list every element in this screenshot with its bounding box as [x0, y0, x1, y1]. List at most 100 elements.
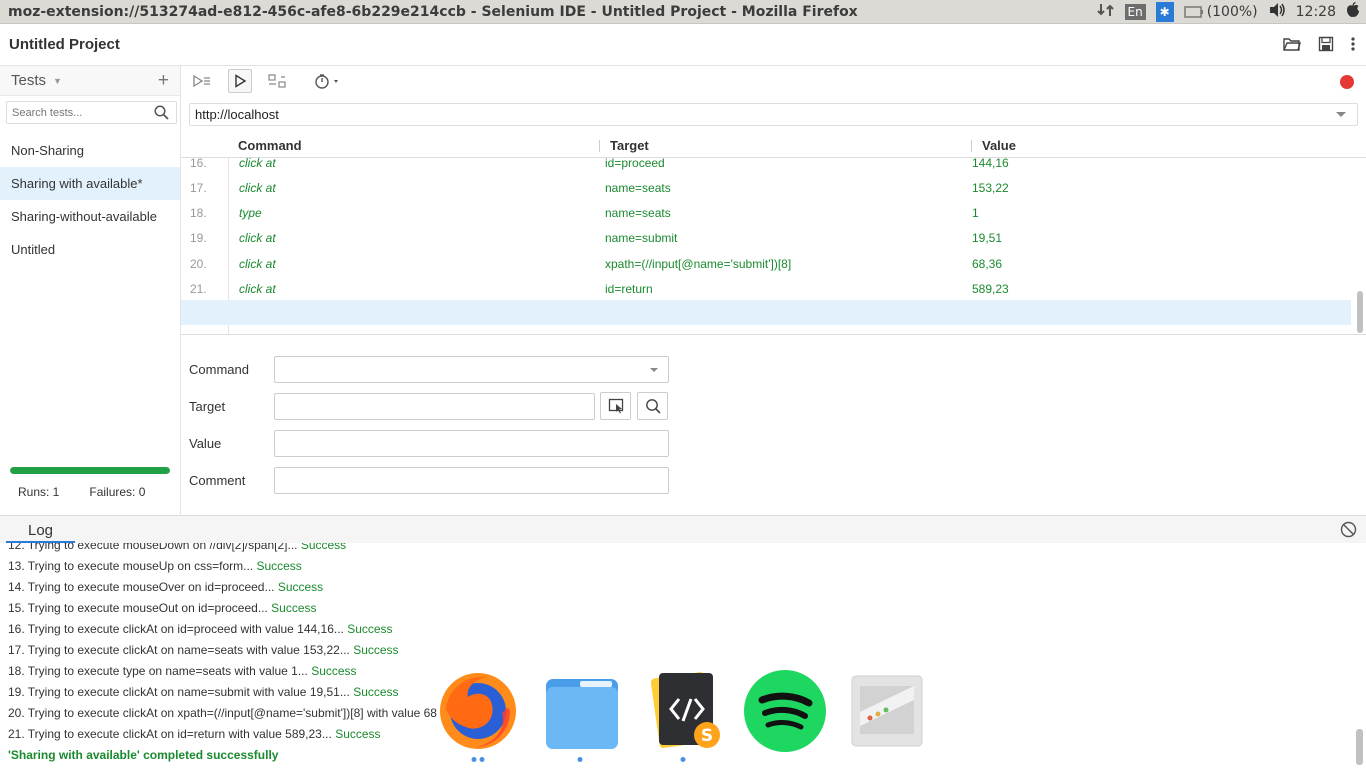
run-all-tests-button[interactable]	[190, 69, 214, 93]
target-field-label: Target	[189, 398, 226, 414]
row-number: 19.	[190, 231, 207, 245]
base-url-value: http://localhost	[195, 107, 279, 122]
command-editor-row: Command	[189, 355, 669, 383]
sublime-text-icon[interactable]: S	[640, 668, 726, 762]
step-over-button[interactable]	[265, 69, 289, 93]
battery-indicator[interactable]: (100%)	[1183, 4, 1258, 20]
value-field-label: Value	[189, 435, 222, 451]
find-target-button[interactable]	[637, 392, 668, 420]
test-item-sharing-with-available[interactable]: Sharing with available*	[0, 167, 180, 200]
more-options-icon[interactable]	[1350, 34, 1356, 54]
project-title[interactable]: Untitled Project	[0, 36, 120, 53]
comment-editor-row: Comment	[189, 466, 669, 494]
record-button[interactable]	[1340, 75, 1354, 89]
url-dropdown-arrow-icon[interactable]	[1336, 112, 1346, 117]
row-command: click at	[239, 257, 276, 271]
window-switcher-icon[interactable]	[844, 668, 930, 754]
os-top-bar: moz-extension://513274ad-e812-456c-afe8-…	[0, 0, 1366, 24]
row-number: 20.	[190, 257, 207, 271]
table-row[interactable]: 16. click at id=proceed 144,16	[181, 158, 1351, 176]
tests-label: Tests	[11, 72, 47, 89]
files-icon[interactable]	[537, 668, 623, 762]
log-line: 13. Trying to execute mouseUp on css=for…	[8, 559, 302, 573]
table-row[interactable]: 21. click at id=return 589,23	[181, 277, 1351, 302]
row-target: name=submit	[605, 231, 678, 245]
save-project-icon[interactable]	[1316, 34, 1336, 54]
row-value: 153,22	[972, 181, 1009, 195]
spotify-icon[interactable]	[742, 668, 828, 754]
log-line: 12. Trying to execute mouseDown on //div…	[8, 543, 347, 552]
command-select[interactable]	[274, 355, 669, 383]
failures-count: Failures: 0	[89, 485, 146, 499]
bluetooth-icon[interactable]: ✱	[1155, 2, 1174, 22]
command-field-label: Command	[189, 361, 249, 377]
tab-log[interactable]: Log	[6, 516, 76, 543]
app-header: Untitled Project	[0, 24, 1366, 66]
log-line: 18. Trying to execute type on name=seats…	[8, 664, 357, 678]
clock[interactable]: 12:28	[1296, 4, 1336, 20]
toolbar	[181, 66, 1366, 96]
open-project-icon[interactable]	[1282, 34, 1302, 54]
comment-field-label: Comment	[189, 472, 246, 488]
row-target: id=proceed	[605, 158, 665, 170]
clear-log-icon[interactable]	[1340, 521, 1357, 541]
row-number: 18.	[190, 206, 207, 220]
value-input[interactable]	[274, 429, 669, 457]
comment-input[interactable]	[274, 466, 669, 494]
row-target: name=seats	[605, 181, 671, 195]
log-line: 14. Trying to execute mouseOver on id=pr…	[8, 580, 324, 594]
search-icon	[645, 399, 661, 414]
tests-dropdown[interactable]: Tests ▼ +	[0, 66, 180, 96]
log-line: 19. Trying to execute clickAt on name=su…	[8, 685, 399, 699]
row-number: 17.	[190, 181, 207, 195]
target-editor-row: Target	[189, 392, 668, 420]
battery-icon	[1183, 6, 1203, 18]
add-test-icon[interactable]: +	[158, 70, 169, 92]
search-tests-box	[6, 101, 177, 124]
test-item-sharing-without-available[interactable]: Sharing-without-available	[0, 200, 180, 233]
search-icon[interactable]	[154, 105, 169, 123]
battery-percent: (100%)	[1206, 4, 1258, 20]
log-line: 20. Trying to execute clickAt on xpath=(…	[8, 706, 437, 720]
row-command: click at	[239, 231, 276, 245]
column-header-value: Value	[982, 138, 1016, 153]
test-item-non-sharing[interactable]: Non-Sharing	[0, 134, 180, 167]
log-completed-message: 'Sharing with available' completed succe…	[8, 748, 279, 762]
table-row[interactable]: 19. click at name=submit 19,51	[181, 226, 1351, 251]
network-icon[interactable]	[1096, 2, 1115, 22]
log-line: 21. Trying to execute clickAt on id=retu…	[8, 727, 381, 741]
row-value: 19,51	[972, 231, 1003, 245]
table-row[interactable]: 20. click at xpath=(//input[@name='submi…	[181, 252, 1351, 277]
target-input[interactable]	[274, 392, 595, 420]
speed-dropdown[interactable]	[311, 69, 345, 93]
keyboard-layout-indicator[interactable]: En	[1124, 4, 1146, 20]
table-scrollbar[interactable]	[1357, 291, 1363, 333]
run-current-test-button[interactable]	[228, 69, 252, 93]
row-command: click at	[239, 158, 276, 170]
row-command: type	[239, 206, 262, 220]
select-target-button[interactable]	[600, 392, 631, 420]
test-item-untitled[interactable]: Untitled	[0, 233, 180, 266]
window-title: moz-extension://513274ad-e812-456c-afe8-…	[8, 3, 858, 20]
table-row[interactable]: 17. click at name=seats 153,22	[181, 176, 1351, 201]
empty-table-row[interactable]	[181, 300, 1351, 325]
run-progress-fill	[10, 467, 170, 474]
search-tests-input[interactable]	[7, 106, 147, 119]
row-number: 21.	[190, 282, 207, 296]
apple-menu-icon[interactable]	[1346, 1, 1360, 22]
row-value: 1	[972, 206, 979, 220]
log-line: 15. Trying to execute mouseOut on id=pro…	[8, 601, 317, 615]
row-value: 589,23	[972, 282, 1009, 296]
log-line: 17. Trying to execute clickAt on name=se…	[8, 643, 399, 657]
base-url-field[interactable]: http://localhost	[189, 103, 1358, 126]
commands-table-body: 16. click at id=proceed 144,16 17. click…	[181, 158, 1366, 335]
volume-icon[interactable]	[1268, 2, 1286, 22]
firefox-icon[interactable]	[435, 668, 521, 762]
log-scrollbar[interactable]	[1356, 729, 1363, 765]
dock: S	[430, 664, 940, 768]
row-target: name=seats	[605, 206, 671, 220]
table-row[interactable]: 18. type name=seats 1	[181, 201, 1351, 226]
row-target: xpath=(//input[@name='submit'])[8]	[605, 257, 792, 271]
runs-count: Runs: 1	[18, 485, 60, 499]
chevron-down-icon: ▼	[53, 75, 62, 86]
